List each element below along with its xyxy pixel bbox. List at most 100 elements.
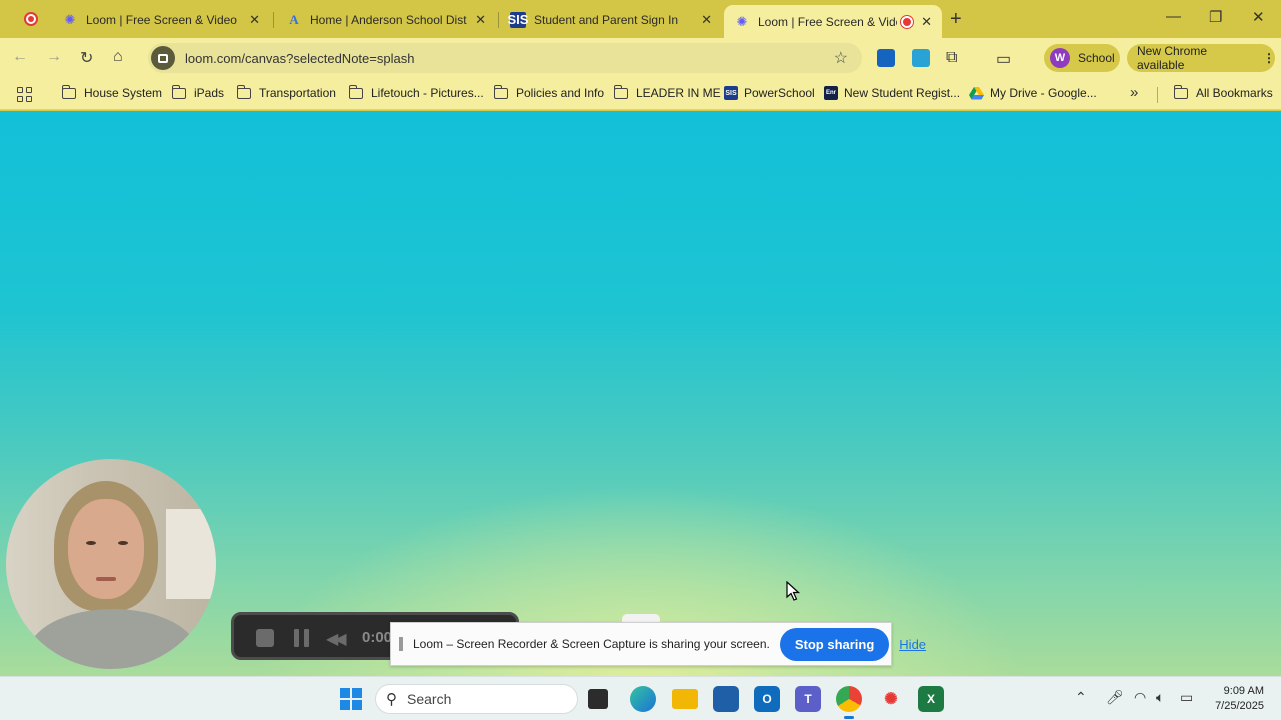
tab-sis[interactable]: SIS Student and Parent Sign In ✕ [500, 5, 722, 34]
bookmarks-bar: House System iPads Transportation Lifeto… [0, 78, 1281, 110]
menu-dots-icon: ⋮ [1263, 51, 1275, 65]
bookmark-label: PowerSchool [744, 86, 815, 100]
screen-share-notification: Loom – Screen Recorder & Screen Capture … [390, 622, 926, 666]
tab-loom-active[interactable]: ✺ Loom | Free Screen & Video ✕ [724, 5, 942, 38]
bookmark-label: New Student Regist... [844, 86, 961, 100]
profile-label: School [1078, 51, 1115, 65]
mouse-cursor-icon [786, 581, 800, 601]
folder-icon [493, 84, 508, 99]
tab-anderson[interactable]: A Home | Anderson School Distric ✕ [276, 5, 496, 34]
teams-icon[interactable]: T [795, 686, 821, 712]
google-drive-icon [969, 86, 984, 99]
file-explorer-icon[interactable] [672, 689, 698, 709]
stop-sharing-button[interactable]: Stop sharing [779, 627, 890, 661]
bookmark-divider [1157, 87, 1158, 103]
bookmark-folder-leader-in-me[interactable]: LEADER IN ME [613, 84, 721, 100]
bookmark-label: LEADER IN ME [636, 86, 721, 100]
tab-loom-1[interactable]: ✺ Loom | Free Screen & Video Re ✕ [52, 5, 270, 34]
bookmark-folder-transportation[interactable]: Transportation [236, 84, 336, 100]
folder-icon [348, 84, 363, 99]
forward-icon[interactable]: → [46, 48, 62, 66]
excel-icon[interactable]: X [918, 686, 944, 712]
webcam-shoulders [28, 609, 198, 669]
pause-icon[interactable] [294, 629, 310, 647]
chrome-icon[interactable] [836, 686, 862, 712]
chrome-update-button[interactable]: New Chrome available ⋮ [1127, 44, 1275, 72]
edge-icon[interactable] [630, 686, 656, 712]
system-clock[interactable]: 9:09 AM 7/25/2025 [1208, 684, 1264, 714]
task-view-icon[interactable] [588, 689, 608, 709]
volume-icon[interactable]: 🔈︎ [1156, 689, 1164, 706]
cast-icon[interactable]: ▭ [996, 49, 1014, 68]
close-tab-icon[interactable]: ✕ [701, 12, 712, 28]
bookmark-folder-house-system[interactable]: House System [61, 84, 163, 100]
clock-date: 7/25/2025 [1215, 700, 1264, 712]
rewind-icon[interactable]: ◀◀ [326, 629, 347, 649]
new-tab-button[interactable]: + [950, 8, 962, 31]
outlook-icon[interactable]: O [754, 686, 780, 712]
profile-button[interactable]: W School [1044, 44, 1120, 72]
store-icon[interactable] [713, 686, 739, 712]
webcam-mouth [96, 577, 116, 581]
tab-strip: ✺ Loom | Free Screen & Video Re ✕ A Home… [0, 0, 1281, 38]
bookmark-label: iPads [194, 86, 225, 100]
address-bar[interactable]: loom.com/canvas?selectedNote=splash ☆ [148, 43, 862, 73]
battery-icon[interactable]: ▭ [1180, 689, 1193, 706]
site-info-icon[interactable] [151, 46, 175, 70]
a-icon: A [289, 11, 299, 27]
bookmark-label: Policies and Info [516, 86, 605, 100]
chevron-up-icon[interactable]: ⌃ [1075, 689, 1087, 706]
loom-icon: ✺ [64, 11, 76, 27]
hide-link[interactable]: Hide [899, 637, 926, 652]
update-label: New Chrome available [1137, 44, 1208, 72]
close-window-icon[interactable]: ✕ [1252, 8, 1265, 26]
tab-title: Student and Parent Sign In [534, 12, 679, 27]
close-tab-icon[interactable]: ✕ [921, 14, 932, 30]
reload-icon[interactable]: ↻ [80, 48, 93, 68]
folder-icon [171, 84, 186, 99]
restore-icon[interactable]: ❐ [1209, 8, 1222, 26]
bookmark-my-drive[interactable]: My Drive - Google... [969, 86, 1097, 100]
tab-title: Loom | Free Screen & Video [758, 14, 898, 29]
avatar: W [1050, 48, 1070, 68]
bookmark-new-student-registration[interactable]: Enr New Student Regist... [824, 86, 960, 100]
extension-icon[interactable] [877, 49, 895, 67]
clock-time: 9:09 AM [1223, 685, 1264, 697]
recording-timer: 0:00 [362, 629, 393, 646]
close-tab-icon[interactable]: ✕ [475, 12, 486, 28]
bookmark-folder-policies[interactable]: Policies and Info [493, 84, 605, 100]
bookmarks-overflow-chevron-icon[interactable]: » [1130, 84, 1138, 101]
bookmark-folder-lifetouch[interactable]: Lifetouch - Pictures... [348, 84, 484, 100]
stop-recording-icon[interactable] [256, 629, 274, 647]
close-tab-icon[interactable]: ✕ [249, 12, 260, 28]
url-text[interactable]: loom.com/canvas?selectedNote=splash [185, 51, 834, 66]
tab-title: Home | Anderson School Distric [310, 12, 468, 27]
webcam-face [68, 499, 144, 599]
extensions-puzzle-icon[interactable]: ⧉ [946, 49, 964, 67]
loom-taskbar-icon[interactable]: ✺ [878, 686, 904, 712]
windows-start-icon[interactable] [340, 688, 362, 710]
extension-icon[interactable] [912, 49, 930, 67]
back-icon[interactable]: ← [12, 48, 28, 66]
bookmark-label: House System [84, 86, 163, 100]
webcam-eye [86, 541, 96, 545]
taskbar-search[interactable]: ⚲ Search [375, 684, 578, 714]
tab-divider [498, 12, 499, 28]
recording-indicator-icon[interactable] [24, 12, 38, 26]
bookmark-powerschool[interactable]: SIS PowerSchool [724, 86, 815, 100]
minimize-icon[interactable]: — [1166, 8, 1181, 25]
home-icon[interactable]: ⌂ [113, 48, 123, 66]
drag-handle-icon[interactable] [399, 637, 403, 651]
bookmark-all-bookmarks[interactable]: All Bookmarks [1173, 84, 1273, 100]
loom-icon: ✺ [736, 13, 748, 29]
apps-grid-icon[interactable] [17, 87, 32, 102]
bookmark-star-icon[interactable]: ☆ [834, 48, 848, 68]
search-label: Search [407, 691, 452, 707]
bookmark-folder-ipads[interactable]: iPads [171, 84, 225, 100]
webcam-bubble[interactable] [6, 459, 216, 669]
microphone-icon[interactable]: 🎤︎ [1106, 689, 1124, 706]
wifi-icon[interactable]: ◠ [1134, 689, 1146, 706]
tab-title: Loom | Free Screen & Video Re [86, 12, 242, 27]
share-message: Loom – Screen Recorder & Screen Capture … [413, 637, 770, 651]
sis-icon: SIS [724, 86, 738, 100]
